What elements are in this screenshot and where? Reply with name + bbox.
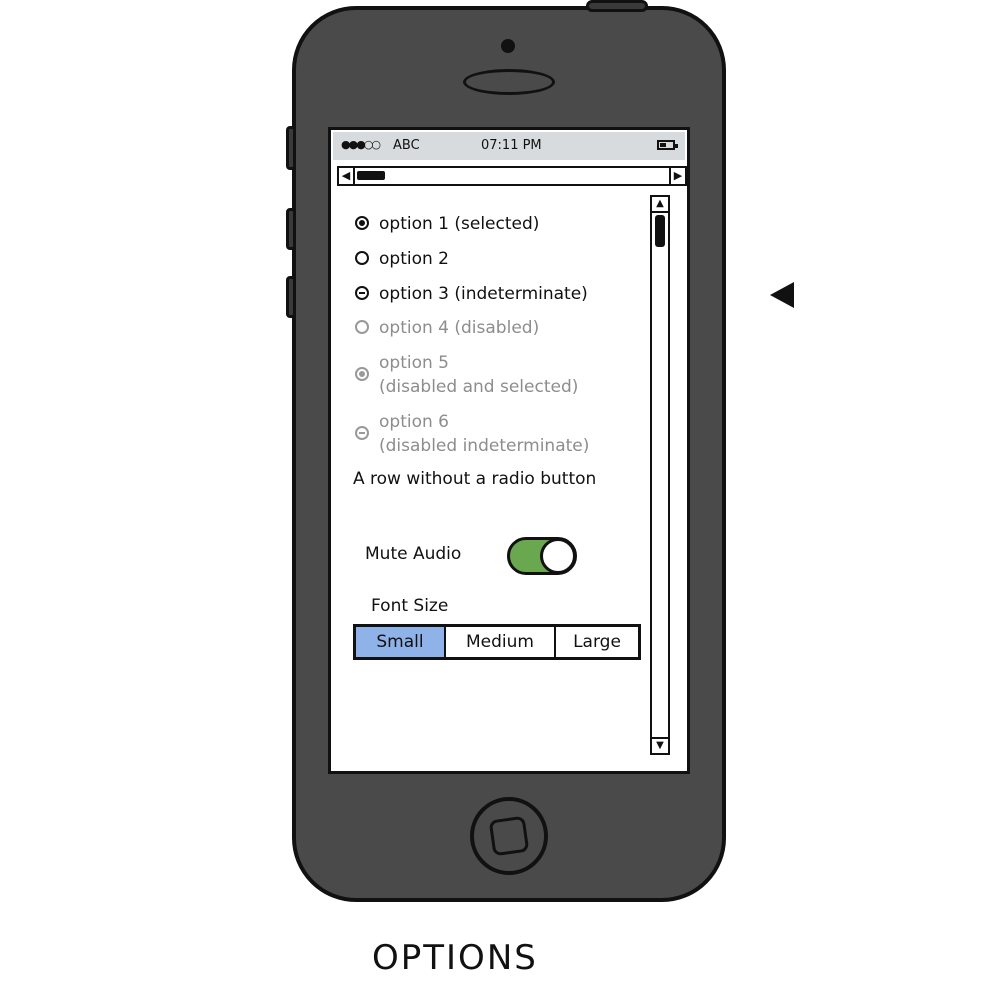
volume-up-button [286,208,296,250]
pointer-arrow-icon [770,282,794,308]
status-time: 07:11 PM [481,138,542,153]
option-sublabel: (disabled indeterminate) [379,436,590,456]
segment-large[interactable]: Large [556,627,638,657]
vertical-scroll-thumb[interactable] [655,215,665,247]
power-button [586,0,648,12]
radio-option-1[interactable]: option 1 (selected) [355,212,539,236]
phone-screen: ●●●○○ ABC 07:11 PM ◀ ▶ ▲ ▼ option 1 (sel… [328,127,690,774]
volume-down-button [286,276,296,318]
font-size-segmented-control[interactable]: Small Medium Large [353,624,641,660]
radio-option-5: option 5 (disabled and selected) [355,351,578,399]
mute-audio-label: Mute Audio [365,544,462,564]
option-label: option 5 [379,353,449,373]
radio-disabled-icon [355,320,369,334]
horizontal-scroll-thumb[interactable] [357,171,385,180]
radio-option-6: option 6 (disabled indeterminate) [355,410,589,458]
mute-switch [286,126,296,170]
plain-row[interactable]: A row without a radio button [353,469,596,489]
option-label: option 3 (indeterminate) [379,284,588,304]
scroll-right-icon[interactable]: ▶ [669,168,685,184]
option-label: option 1 (selected) [379,214,540,234]
status-bar: ●●●○○ ABC 07:11 PM [333,132,685,160]
scroll-left-icon[interactable]: ◀ [339,168,355,184]
home-button-icon [488,815,530,857]
camera-icon [501,39,515,53]
radio-unselected-icon[interactable] [355,251,369,265]
battery-icon [657,140,678,150]
scroll-down-icon[interactable]: ▼ [652,737,668,753]
option-sublabel: (disabled and selected) [379,377,579,397]
radio-disabled-selected-icon [355,367,369,381]
radio-option-2[interactable]: option 2 [355,247,449,271]
scroll-up-icon[interactable]: ▲ [652,197,668,213]
radio-disabled-indeterminate-icon [355,426,369,440]
toggle-knob[interactable] [540,538,576,574]
screen-caption: OPTIONS [372,938,538,978]
vertical-scrollbar[interactable]: ▲ ▼ [650,195,670,755]
option-label: option 2 [379,249,449,269]
radio-selected-icon[interactable] [355,216,369,230]
radio-option-3[interactable]: option 3 (indeterminate) [355,282,588,306]
option-label: option 4 (disabled) [379,318,540,338]
signal-icon: ●●●○○ [341,138,381,151]
carrier-label: ABC [393,138,420,153]
radio-indeterminate-icon[interactable] [355,286,369,300]
segment-medium[interactable]: Medium [446,627,556,657]
segment-small[interactable]: Small [356,627,446,657]
radio-option-4: option 4 (disabled) [355,316,539,340]
mute-audio-toggle[interactable] [507,537,577,575]
option-label: option 6 [379,412,449,432]
speaker-grille [463,69,555,95]
font-size-label: Font Size [371,596,449,616]
horizontal-scrollbar[interactable]: ◀ ▶ [337,166,687,186]
